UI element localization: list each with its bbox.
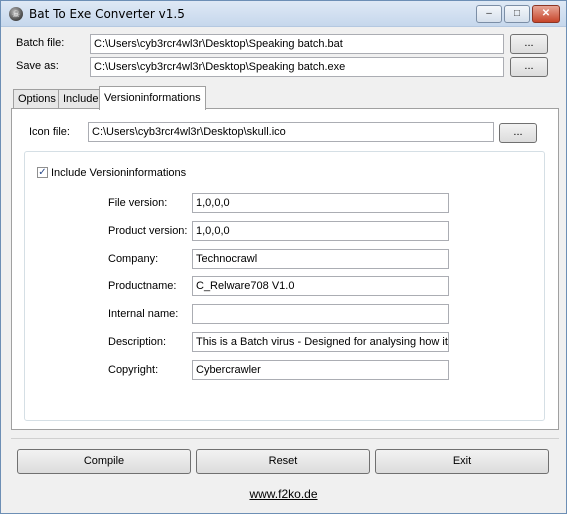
main-window: ☠ Bat To Exe Converter v1.5 – □ ✕ Batch … bbox=[0, 0, 567, 514]
product-version-input[interactable]: 1,0,0,0 bbox=[192, 221, 449, 241]
app-skull-icon: ☠ bbox=[9, 7, 23, 21]
file-version-input[interactable]: 1,0,0,0 bbox=[192, 193, 449, 213]
productname-input[interactable]: C_Relware708 V1.0 bbox=[192, 276, 449, 296]
icon-file-browse-button[interactable]: ... bbox=[499, 123, 537, 143]
internal-name-input[interactable] bbox=[192, 304, 449, 324]
compile-button[interactable]: Compile bbox=[17, 449, 191, 474]
minimize-button[interactable]: – bbox=[476, 5, 502, 23]
tab-versioninformations[interactable]: Versioninformations bbox=[99, 86, 206, 110]
tab-include[interactable]: Include bbox=[58, 89, 104, 108]
website-link[interactable]: www.f2ko.de bbox=[1, 487, 566, 501]
company-input[interactable]: Technocrawl bbox=[192, 249, 449, 269]
icon-file-input[interactable]: C:\Users\cyb3rcr4wl3r\Desktop\skull.ico bbox=[88, 122, 494, 142]
batch-file-label: Batch file: bbox=[16, 37, 65, 49]
copyright-input[interactable]: Cybercrawler bbox=[192, 360, 449, 380]
save-as-label: Save as: bbox=[16, 60, 59, 72]
copyright-label: Copyright: bbox=[108, 364, 159, 376]
description-input[interactable]: This is a Batch virus - Designed for ana… bbox=[192, 332, 449, 352]
title-bar[interactable]: ☠ Bat To Exe Converter v1.5 – □ ✕ bbox=[1, 1, 566, 27]
close-button[interactable]: ✕ bbox=[532, 5, 560, 23]
reset-button[interactable]: Reset bbox=[196, 449, 370, 474]
include-versioninfo-label: Include Versioninformations bbox=[51, 167, 187, 179]
product-version-label: Product version: bbox=[108, 225, 188, 237]
description-label: Description: bbox=[108, 336, 167, 348]
exit-button[interactable]: Exit bbox=[375, 449, 549, 474]
save-as-browse-button[interactable]: ... bbox=[510, 57, 548, 77]
icon-file-label: Icon file: bbox=[29, 126, 70, 138]
company-label: Company: bbox=[108, 253, 159, 265]
productname-label: Productname: bbox=[108, 280, 177, 292]
batch-file-browse-button[interactable]: ... bbox=[510, 34, 548, 54]
save-as-input[interactable]: C:\Users\cyb3rcr4wl3r\Desktop\Speaking b… bbox=[90, 57, 504, 77]
maximize-button[interactable]: □ bbox=[504, 5, 530, 23]
window-title: Bat To Exe Converter v1.5 bbox=[29, 7, 185, 21]
include-versioninfo-checkbox[interactable]: ✓ bbox=[37, 167, 48, 178]
internal-name-label: Internal name: bbox=[108, 308, 179, 320]
divider bbox=[11, 438, 559, 439]
file-version-label: File version: bbox=[108, 197, 168, 209]
tab-options[interactable]: Options bbox=[13, 89, 61, 108]
batch-file-input[interactable]: C:\Users\cyb3rcr4wl3r\Desktop\Speaking b… bbox=[90, 34, 504, 54]
